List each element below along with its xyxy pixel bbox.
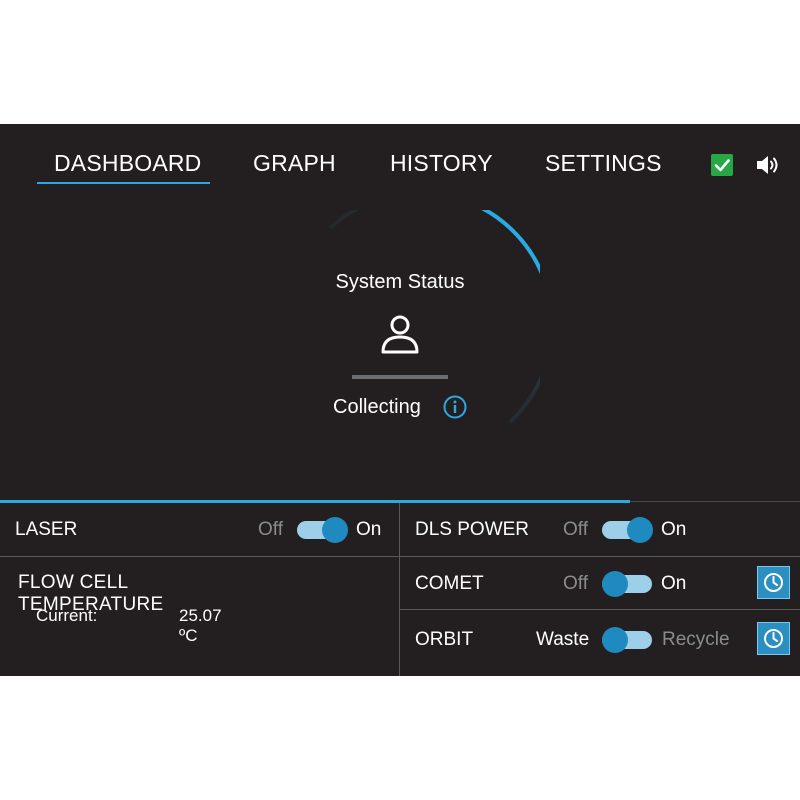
speaker-icon[interactable]: [755, 153, 781, 177]
tab-graph[interactable]: GRAPH: [253, 150, 336, 177]
orbit-schedule-button[interactable]: [757, 622, 790, 655]
status-divider: [352, 375, 448, 379]
panel-divider-vertical: [399, 503, 400, 676]
tab-dashboard[interactable]: DASHBOARD: [54, 150, 202, 177]
check-icon[interactable]: [711, 154, 733, 176]
tab-history[interactable]: HISTORY: [390, 150, 493, 177]
status-state: Collecting: [333, 396, 421, 418]
dls-power-off-label: Off: [563, 519, 588, 540]
laser-off-label: Off: [258, 519, 283, 540]
temperature-current-value: 25.07 ºC: [179, 606, 222, 645]
progress-line: [0, 500, 630, 503]
orbit-waste-label: Waste: [536, 629, 590, 650]
status-title: System Status: [335, 271, 465, 293]
clock-icon: [764, 573, 783, 592]
info-icon[interactable]: [443, 395, 467, 419]
panel-divider-row2: [400, 609, 800, 610]
dls-power-on-label: On: [661, 519, 687, 540]
comet-label: COMET: [415, 573, 484, 594]
orbit-label: ORBIT: [415, 629, 474, 650]
toggle-knob: [627, 517, 653, 543]
laser-label: LASER: [15, 519, 78, 540]
panel-divider-row1: [0, 556, 800, 557]
active-tab-indicator: [37, 182, 210, 184]
clock-icon: [764, 629, 783, 648]
orbit-recycle-label: Recycle: [662, 629, 730, 650]
comet-on-label: On: [661, 573, 687, 594]
dls-power-toggle[interactable]: [602, 517, 653, 543]
comet-schedule-button[interactable]: [757, 566, 790, 599]
laser-on-label: On: [356, 519, 382, 540]
dls-power-label: DLS POWER: [415, 519, 530, 540]
temperature-current-label: Current:: [36, 606, 98, 625]
comet-toggle[interactable]: [602, 571, 652, 597]
toggle-knob: [602, 571, 628, 597]
toggle-knob: [322, 517, 348, 543]
comet-off-label: Off: [563, 573, 588, 594]
laser-toggle[interactable]: [297, 517, 348, 543]
tab-settings[interactable]: SETTINGS: [545, 150, 662, 177]
orbit-toggle[interactable]: [602, 627, 652, 653]
toggle-knob: [602, 627, 628, 653]
person-icon: [381, 315, 419, 354]
